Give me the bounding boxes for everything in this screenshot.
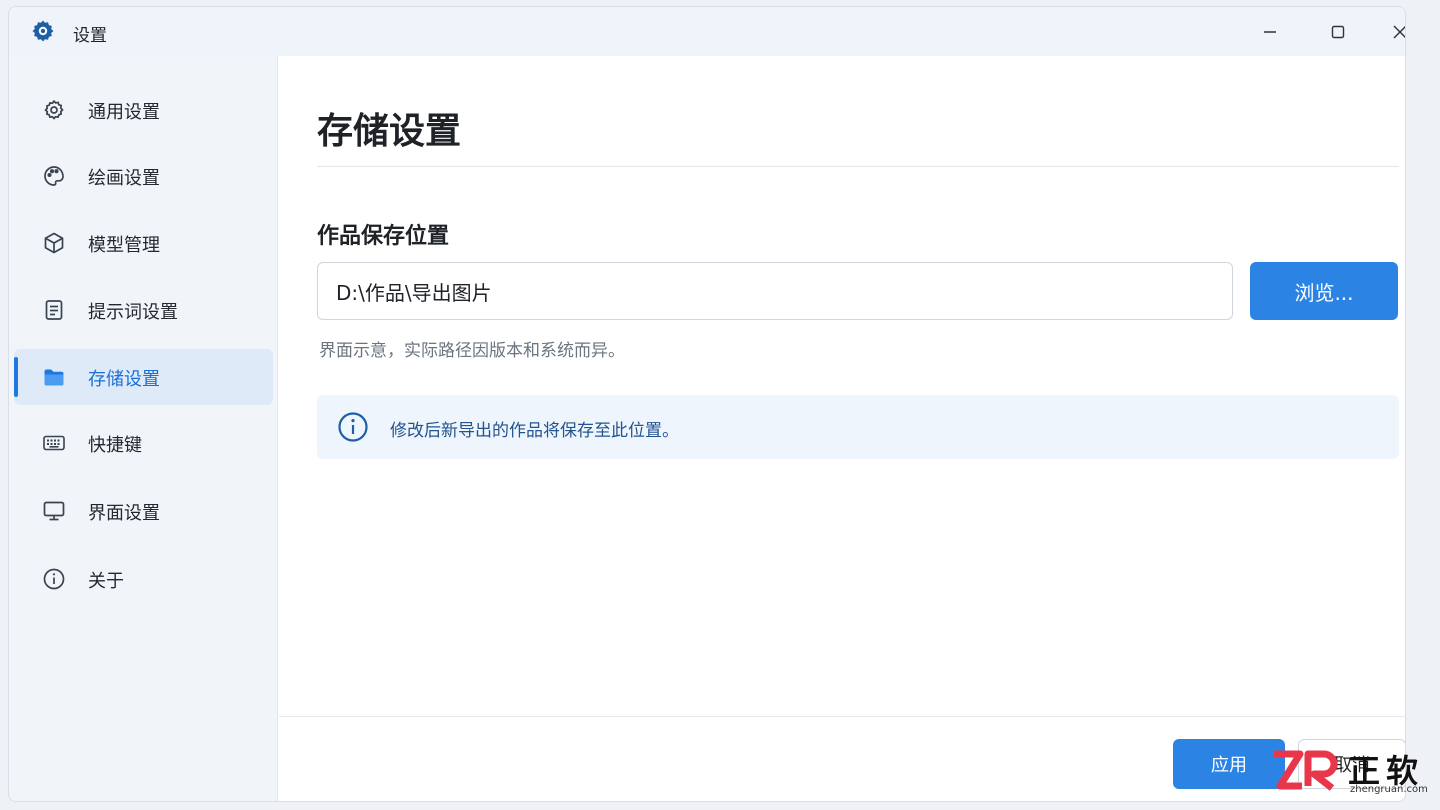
sidebar-item-label: 界面设置 xyxy=(88,503,160,524)
sidebar-item-label: 存储设置 xyxy=(88,369,160,390)
sidebar-item-label: 绘画设置 xyxy=(88,168,160,189)
sidebar-item-label: 提示词设置 xyxy=(88,302,178,323)
info-icon xyxy=(43,568,65,590)
folder-icon xyxy=(44,369,64,386)
sidebar-item-about[interactable]: 关于 xyxy=(14,551,273,607)
sidebar-item-label: 模型管理 xyxy=(88,235,160,256)
maximize-button[interactable] xyxy=(1307,7,1369,56)
info-icon xyxy=(338,412,368,442)
close-icon xyxy=(1393,25,1405,38)
palette-icon xyxy=(44,166,64,186)
sidebar-item-shortcuts[interactable]: 快捷键 xyxy=(14,415,273,471)
minimize-button[interactable] xyxy=(1239,7,1301,56)
sidebar-item-interface[interactable]: 界面设置 xyxy=(14,483,273,539)
close-button[interactable] xyxy=(1369,7,1405,56)
page-title: 存储设置 xyxy=(317,111,462,152)
gear-icon xyxy=(44,100,64,120)
save-location-label: 作品保存位置 xyxy=(317,224,450,249)
apply-button[interactable]: 应用 xyxy=(1173,739,1285,789)
browse-button[interactable]: 浏览... xyxy=(1250,262,1398,320)
settings-content: 存储设置 作品保存位置 浏览... 界面示意，实际路径因版本和系统而异。 修改后… xyxy=(279,56,1405,801)
settings-sidebar: 通用设置 绘画设置 模型管理 提示词设置 存储设置 快捷键 界面设置 关于 xyxy=(9,56,278,801)
minimize-icon xyxy=(1264,30,1276,33)
settings-window: 设置 通用设置 绘画设置 模型管理 提示词设置 存储设置 快捷键 界面设置 关于… xyxy=(8,6,1406,802)
sidebar-item-drawing[interactable]: 绘画设置 xyxy=(14,148,273,204)
path-hint: 界面示意，实际路径因版本和系统而异。 xyxy=(319,341,625,361)
maximize-icon xyxy=(1331,25,1345,38)
sidebar-item-storage[interactable]: 存储设置 xyxy=(14,349,273,405)
info-notice: 修改后新导出的作品将保存至此位置。 xyxy=(317,395,1399,459)
sidebar-item-label: 通用设置 xyxy=(88,102,160,123)
info-text: 修改后新导出的作品将保存至此位置。 xyxy=(390,421,679,441)
title-bar: 设置 xyxy=(9,7,1405,56)
title-divider xyxy=(317,166,1399,167)
cancel-button[interactable]: 取消 xyxy=(1298,739,1405,789)
sidebar-item-models[interactable]: 模型管理 xyxy=(14,215,273,271)
sidebar-item-prompts[interactable]: 提示词设置 xyxy=(14,282,273,338)
monitor-icon xyxy=(43,501,65,521)
footer-divider xyxy=(279,716,1405,717)
sidebar-item-label: 关于 xyxy=(88,571,124,592)
save-path-input[interactable] xyxy=(317,262,1233,320)
gear-icon xyxy=(32,20,54,42)
sidebar-item-label: 快捷键 xyxy=(88,435,142,456)
document-icon xyxy=(45,300,63,320)
keyboard-icon xyxy=(43,435,65,451)
cube-icon xyxy=(44,232,64,254)
window-title: 设置 xyxy=(73,26,107,46)
sidebar-item-general[interactable]: 通用设置 xyxy=(14,82,273,138)
